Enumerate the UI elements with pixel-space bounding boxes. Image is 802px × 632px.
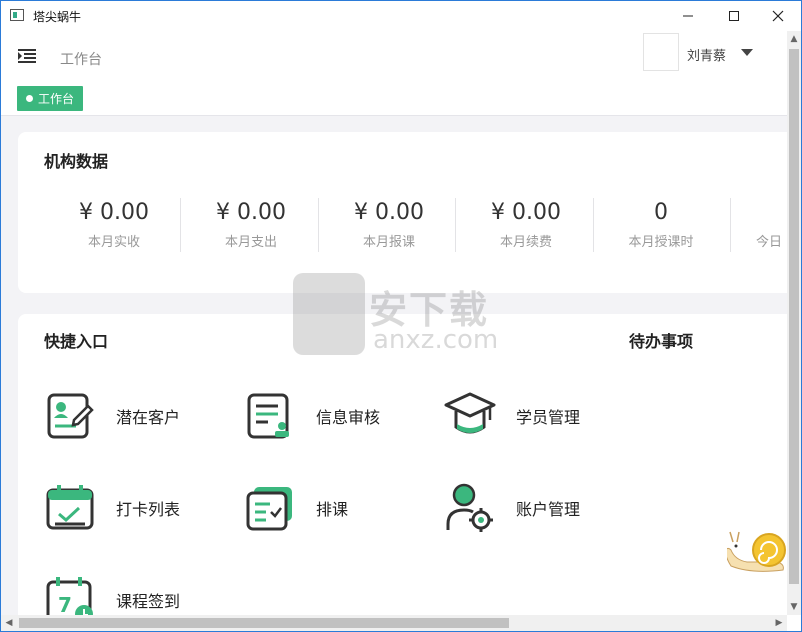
stat-value: ¥ 0.00 [216,200,286,225]
info-review-icon [247,393,289,439]
scroll-right-icon[interactable]: ▶ [771,615,787,631]
quick-entry-card: 快捷入口 待办事项 潜在客户 信息审核 学员管理 打卡列表 排课 账户管理 7 … [18,314,801,631]
minimize-button[interactable] [665,1,711,31]
quick-entry-label: 潜在客户 [116,408,181,427]
avatar[interactable] [643,33,679,71]
student-management-icon [444,392,496,434]
stat-label: 本月报课 [362,235,415,250]
divider [455,198,456,252]
quick-entry-info-review[interactable]: 信息审核 [244,390,380,442]
stat-value: 0 [654,200,668,225]
tags-bar: 工作台 [1,83,787,116]
scroll-up-icon[interactable]: ▲ [787,31,801,47]
maximize-button[interactable] [711,1,757,31]
horizontal-scroll-thumb[interactable] [19,618,509,628]
quick-entry-label: 排课 [316,500,349,519]
quick-entry-account-management[interactable]: 账户管理 [444,482,580,534]
potential-customer-icon [47,393,94,439]
schedule-icon [246,487,292,531]
app-window: 塔尖蜗牛 工作台 刘青蔡 工作台 机构数据 ¥ 0.00 本月实收 ¥ 0.00… [0,0,802,632]
stat-label: 本月授课时 [628,235,694,250]
stat-item: ¥ 0.00 本月实收 [45,200,183,250]
divider [318,198,319,252]
divider [180,198,181,252]
stat-value: ¥ 0.00 [79,200,149,225]
chevron-down-icon[interactable] [741,49,753,56]
active-dot-icon [26,95,33,102]
stat-value: ¥ 0.00 [491,200,561,225]
close-button[interactable] [755,1,801,31]
quick-entry-label: 课程签到 [116,592,181,611]
stat-item: ¥ 0.00 本月支出 [182,200,320,250]
window-title: 塔尖蜗牛 [33,10,82,24]
checkin-list-icon [46,485,94,530]
stat-value: ¥ 0.00 [354,200,424,225]
tab-label: 工作台 [38,92,75,106]
divider [730,198,731,252]
top-header: 工作台 刘青蔡 [1,31,787,84]
close-icon [772,10,784,22]
menu-toggle-icon[interactable] [18,49,36,63]
stat-item: 0 本月授课时 [592,200,730,250]
quick-entry-schedule[interactable]: 排课 [244,482,348,534]
username[interactable]: 刘青蔡 [687,45,726,64]
stat-item: ¥ 0.00 本月报课 [320,200,458,250]
quick-entry-label: 账户管理 [516,500,581,519]
quick-entry-label: 学员管理 [516,408,581,427]
minimize-icon [683,15,693,17]
scroll-down-icon[interactable]: ▼ [787,599,801,615]
app-icon [10,9,24,21]
quick-entry-checkin-list[interactable]: 打卡列表 [44,482,180,534]
scroll-left-icon[interactable]: ◀ [1,615,17,631]
snail-mascot-icon[interactable] [727,526,787,576]
stat-label: 本月续费 [499,235,552,250]
quick-entry-label: 信息审核 [316,408,381,427]
title-bar: 塔尖蜗牛 [1,1,801,31]
quick-entry-student-management[interactable]: 学员管理 [444,390,580,442]
quick-entry-potential-customer[interactable]: 潜在客户 [44,390,180,442]
todo-title: 待办事项 [629,332,694,351]
vertical-scroll-thumb[interactable] [789,49,799,584]
stat-item: ¥ 0.00 本月续费 [457,200,595,250]
quick-entry-label: 打卡列表 [116,500,181,519]
org-data-title: 机构数据 [44,152,109,171]
stat-label: 本月支出 [224,235,277,250]
org-data-card: 机构数据 ¥ 0.00 本月实收 ¥ 0.00 本月支出 ¥ 0.00 本月报课… [18,132,801,293]
stat-label: 本月实收 [87,235,140,250]
account-management-icon [446,483,493,532]
quick-entry-title: 快捷入口 [44,332,109,351]
tab-workbench[interactable]: 工作台 [17,86,84,111]
maximize-icon [729,11,739,21]
breadcrumb[interactable]: 工作台 [60,49,102,69]
svg-text:7: 7 [58,593,72,617]
